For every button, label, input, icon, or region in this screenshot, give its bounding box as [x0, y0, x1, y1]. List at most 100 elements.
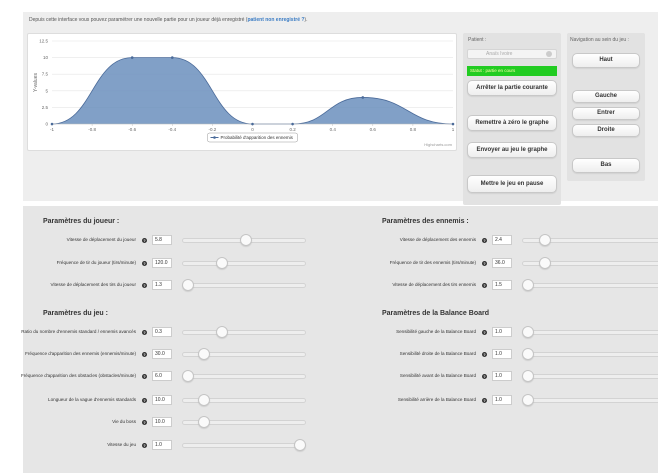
help-icon[interactable]: ? — [482, 329, 487, 335]
param-slider-handle[interactable] — [538, 257, 551, 269]
nav-up-button[interactable]: Haut — [572, 53, 640, 68]
param-value-input[interactable]: 1.5 — [492, 280, 512, 290]
chart-credits[interactable]: Highcharts.com — [424, 142, 452, 147]
chart-svg[interactable]: 0 2.5 5 7.5 10 12.5 -1 -0.8 -0.6 -0.4 -0.2 0 0.2 0.4 0… — [28, 34, 458, 152]
help-icon[interactable]: ? — [482, 351, 487, 357]
param-slider-handle[interactable] — [522, 370, 534, 382]
param-slider-handle[interactable] — [538, 234, 551, 246]
param-value-input[interactable]: 36.0 — [492, 258, 512, 268]
param-slider-track[interactable] — [522, 282, 658, 288]
param-value-input[interactable]: 10.0 — [152, 395, 172, 405]
unregistered-patient-link[interactable]: patient non enregistré ? — [247, 17, 304, 23]
send-graph-button[interactable]: Envoyer au jeu le graphe — [467, 142, 557, 158]
param-value-input[interactable]: 1.0 — [492, 371, 512, 381]
param-slider-handle[interactable] — [522, 394, 534, 406]
param-label: Vie du boss — [112, 419, 136, 424]
param-label: Vitesse de déplacement du joueur — [66, 237, 136, 242]
param-value-input[interactable]: 120.0 — [152, 258, 172, 268]
nav-down-button[interactable]: Bas — [572, 158, 640, 173]
legend-label: Probabilité d'apparition des ennemis — [221, 135, 294, 140]
nav-right-button[interactable]: Droite — [572, 124, 640, 137]
param-slider-track[interactable] — [522, 329, 658, 335]
help-icon[interactable]: ? — [142, 329, 147, 335]
data-point — [361, 96, 365, 99]
param-slider-handle[interactable] — [182, 279, 194, 291]
help-icon[interactable]: ? — [142, 397, 147, 403]
help-icon[interactable]: ? — [482, 237, 487, 243]
help-icon[interactable]: ? — [142, 373, 147, 379]
reset-graph-button[interactable]: Remettre à zéro le graphe — [467, 115, 557, 131]
page-margin — [0, 410, 13, 473]
patient-toggle-icon[interactable] — [546, 51, 552, 57]
param-label: Fréquence d'apparition des obstacles (ob… — [20, 373, 136, 378]
param-slider-track[interactable] — [522, 373, 658, 379]
y-tick-label: 2.5 — [42, 105, 49, 110]
param-slider-handle[interactable] — [522, 348, 534, 360]
data-point — [171, 56, 174, 59]
navigation-title: Navigation au sein du jeu : — [570, 37, 629, 43]
param-slider-track[interactable] — [182, 260, 306, 266]
patient-select[interactable]: Anaïs Ivoire — [467, 49, 557, 59]
help-icon[interactable]: ? — [142, 442, 147, 448]
param-value-input[interactable]: 0.3 — [152, 327, 172, 337]
param-slider-track[interactable] — [182, 329, 306, 335]
help-icon[interactable]: ? — [142, 260, 147, 266]
param-slider-handle[interactable] — [215, 257, 228, 269]
stop-game-button[interactable]: Arrêter la partie courante — [467, 80, 557, 96]
data-point — [50, 122, 54, 126]
param-slider-handle[interactable] — [240, 234, 253, 246]
param-value-input[interactable]: 1.0 — [492, 395, 512, 405]
nav-left-button[interactable]: Gauche — [572, 90, 640, 103]
param-slider-handle[interactable] — [215, 326, 228, 338]
param-value-input[interactable]: 30.0 — [152, 349, 172, 359]
help-icon[interactable]: ? — [482, 397, 487, 403]
help-icon[interactable]: ? — [482, 260, 487, 266]
param-label: Sensibilité droite de la Balance Board — [399, 351, 476, 356]
help-icon[interactable]: ? — [142, 282, 147, 288]
param-slider-track[interactable] — [182, 282, 306, 288]
legend-marker — [213, 136, 216, 139]
param-slider-handle[interactable] — [197, 394, 210, 406]
param-value-input[interactable]: 2.4 — [492, 235, 512, 245]
param-slider-handle[interactable] — [197, 416, 210, 428]
param-value-input[interactable]: 1.0 — [152, 440, 172, 450]
help-icon[interactable]: ? — [142, 351, 147, 357]
x-tick-label: -1 — [50, 127, 54, 132]
param-slider-handle[interactable] — [522, 279, 534, 291]
nav-enter-button[interactable]: Entrer — [572, 107, 640, 120]
data-point — [451, 122, 455, 126]
param-slider-track[interactable] — [182, 442, 306, 448]
param-value-input[interactable]: 1.3 — [152, 280, 172, 290]
enemy-probability-chart[interactable]: 0 2.5 5 7.5 10 12.5 -1 -0.8 -0.6 -0.4 -0.2 0 0.2 0.4 0… — [27, 33, 457, 151]
param-label: Sensibilité gauche de la Balance Board — [396, 329, 476, 334]
param-label: Sensibilité avant de la Balance Board — [399, 373, 476, 378]
data-point — [130, 56, 134, 59]
param-value-input[interactable]: 6.0 — [152, 371, 172, 381]
patient-title: Patient : — [468, 37, 487, 43]
param-value-input[interactable]: 1.0 — [492, 349, 512, 359]
param-slider-track[interactable] — [522, 351, 658, 357]
pause-game-button[interactable]: Mettre le jeu en pause — [467, 175, 557, 193]
balance-params-title: Paramètres de la Balance Board — [382, 310, 489, 317]
y-tick-label: 10 — [43, 55, 49, 60]
page: Depuis cette interface vous pouvez param… — [0, 0, 658, 473]
x-tick-label: 0.8 — [410, 127, 417, 132]
param-value-input[interactable]: 10.0 — [152, 417, 172, 427]
game-params-title: Paramètres du jeu : — [43, 310, 108, 317]
param-slider-handle[interactable] — [182, 370, 194, 382]
param-slider-track[interactable] — [522, 397, 658, 403]
help-icon[interactable]: ? — [142, 237, 147, 243]
help-icon[interactable]: ? — [482, 282, 487, 288]
param-slider-track[interactable] — [182, 373, 306, 379]
data-point — [291, 122, 294, 126]
info-text: Depuis cette interface vous pouvez param… — [29, 17, 248, 23]
help-icon[interactable]: ? — [142, 419, 147, 425]
param-slider-handle[interactable] — [197, 348, 210, 360]
param-value-input[interactable]: 1.0 — [492, 327, 512, 337]
param-slider-handle[interactable] — [522, 326, 534, 338]
param-label: Vitesse de déplacement des ennemis — [399, 237, 476, 242]
param-slider-handle[interactable] — [294, 439, 306, 451]
param-value-input[interactable]: 5.8 — [152, 235, 172, 245]
y-tick-label: 5 — [45, 88, 48, 93]
help-icon[interactable]: ? — [482, 373, 487, 379]
